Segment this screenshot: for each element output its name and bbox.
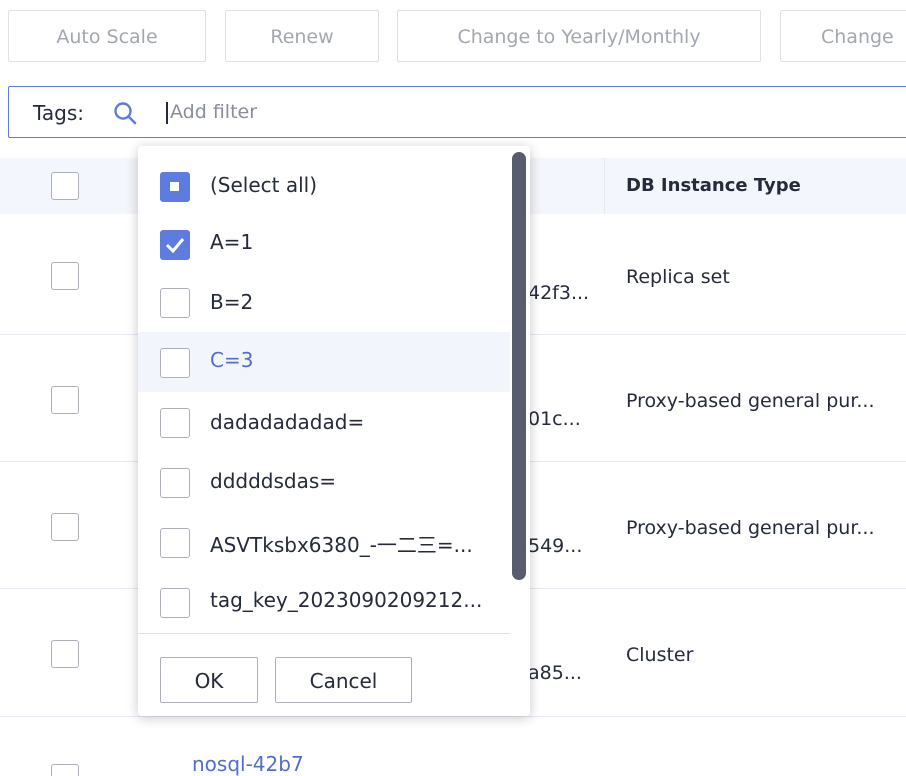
instance-id-cell: a85...: [528, 662, 582, 684]
instance-name-link[interactable]: nosql-42b7: [192, 752, 304, 776]
cancel-button[interactable]: Cancel: [275, 657, 412, 703]
dropdown-divider: [138, 633, 510, 634]
dropdown-item[interactable]: B=2: [138, 272, 510, 332]
ok-button[interactable]: OK: [160, 657, 258, 703]
dropdown-item-label: tag_key_2023090209212...: [210, 588, 483, 612]
row-checkbox[interactable]: [51, 262, 79, 290]
dropdown-item-label: dddddsdas=: [210, 469, 337, 493]
instance-type-cell: Cluster: [626, 644, 694, 666]
tag-checkbox[interactable]: [160, 348, 190, 378]
select-all-checkbox[interactable]: [160, 172, 190, 202]
tag-checkbox[interactable]: [160, 288, 190, 318]
tag-checkbox[interactable]: [160, 588, 190, 618]
instance-id-cell: 549...: [528, 535, 583, 557]
tag-filter-dropdown: (Select all) A=1 B=2 C=3 dadadadadad= dd…: [138, 146, 530, 716]
column-header-db-instance-type: DB Instance Type: [626, 175, 801, 196]
dropdown-item-label: (Select all): [210, 173, 318, 197]
toolbar: Auto Scale Renew Change to Yearly/Monthl…: [0, 0, 906, 80]
tag-checkbox[interactable]: [160, 408, 190, 438]
dropdown-item-label: dadadadadad=: [210, 410, 365, 434]
change-to-yearly-monthly-button[interactable]: Change to Yearly/Monthly: [397, 10, 761, 62]
row-checkbox[interactable]: [51, 386, 79, 414]
row-divider: [0, 716, 906, 717]
dropdown-item[interactable]: dddddsdas=: [138, 452, 510, 512]
dropdown-item[interactable]: C=3: [138, 332, 510, 392]
tag-filter-search-bar[interactable]: Tags:: [8, 86, 906, 138]
tag-checkbox[interactable]: [160, 468, 190, 498]
dropdown-item-label: C=3: [210, 348, 254, 372]
instance-list-page: Auto Scale Renew Change to Yearly/Monthl…: [0, 0, 906, 776]
tag-checkbox[interactable]: [160, 528, 190, 558]
dropdown-item-label: ASVTksbx6380_-一二三=...: [210, 533, 473, 557]
change-button[interactable]: Change: [780, 10, 906, 62]
search-icon[interactable]: [113, 101, 137, 125]
tags-label: Tags:: [33, 101, 85, 125]
checkmark-icon: [165, 238, 185, 254]
instance-id-cell: 42f3...: [528, 282, 590, 304]
dropdown-item-select-all[interactable]: (Select all): [138, 156, 510, 216]
dropdown-item[interactable]: ASVTksbx6380_-一二三=...: [138, 512, 510, 572]
row-checkbox[interactable]: [51, 764, 79, 776]
instance-type-cell: Replica set: [626, 266, 730, 288]
column-separator: [604, 158, 605, 214]
renew-button[interactable]: Renew: [225, 10, 379, 62]
instance-type-cell: Proxy-based general pur...: [626, 390, 875, 412]
auto-scale-button[interactable]: Auto Scale: [8, 10, 206, 62]
dropdown-scrollbar[interactable]: [512, 152, 526, 580]
dropdown-item[interactable]: A=1: [138, 214, 510, 274]
dropdown-item-label: B=2: [210, 290, 254, 314]
instance-id-cell: 01c...: [528, 408, 581, 430]
dropdown-item[interactable]: tag_key_2023090209212...: [138, 572, 510, 632]
select-all-rows-checkbox[interactable]: [51, 172, 79, 200]
row-checkbox[interactable]: [51, 640, 79, 668]
dropdown-item[interactable]: dadadadadad=: [138, 392, 510, 452]
dropdown-item-label: A=1: [210, 230, 254, 254]
tag-checkbox[interactable]: [160, 230, 190, 260]
instance-type-cell: Proxy-based general pur...: [626, 517, 875, 539]
text-cursor: [166, 102, 168, 124]
add-filter-input[interactable]: [170, 95, 570, 129]
row-checkbox[interactable]: [51, 513, 79, 541]
